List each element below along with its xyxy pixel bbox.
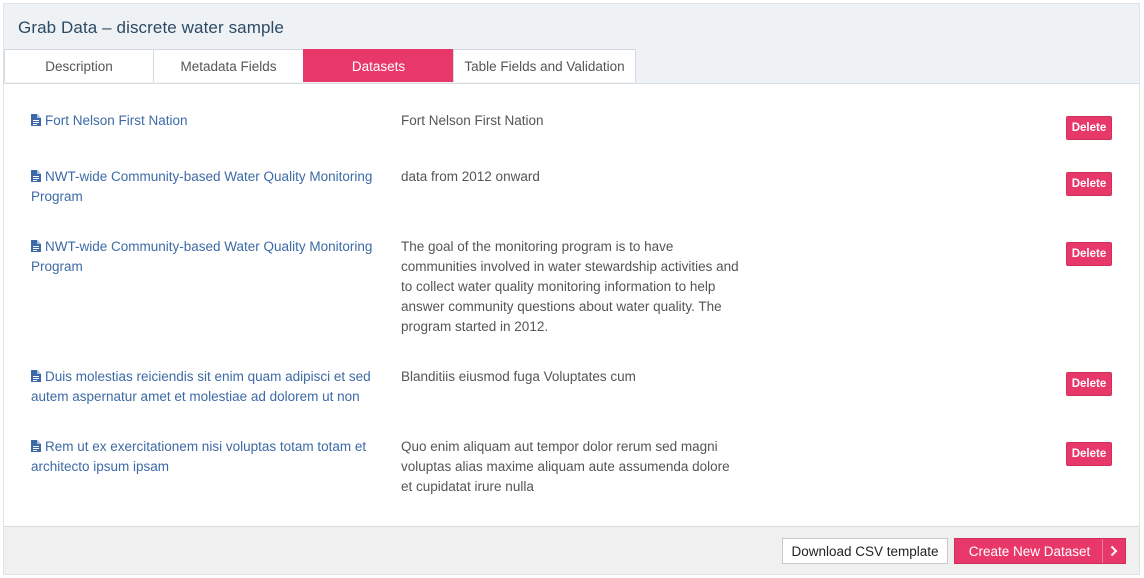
page-title: Grab Data – discrete water sample <box>18 18 284 37</box>
document-icon <box>31 370 41 382</box>
document-icon <box>31 114 41 126</box>
dataset-description: Blanditiis eiusmod fuga Voluptates cum <box>401 369 636 384</box>
delete-button[interactable]: Delete <box>1066 442 1112 466</box>
dataset-name: NWT-wide Community-based Water Quality M… <box>31 239 373 274</box>
create-new-dataset-label: Create New Dataset <box>968 543 1091 559</box>
dataset-name: Rem ut ex exercitationem nisi voluptas t… <box>31 439 367 474</box>
tab-bar: Description Metadata Fields Datasets Tab… <box>4 49 636 83</box>
dataset-link[interactable]: Fort Nelson First Nation <box>31 111 376 131</box>
delete-button[interactable]: Delete <box>1066 242 1112 266</box>
dataset-link[interactable]: Rem ut ex exercitationem nisi voluptas t… <box>31 437 376 477</box>
document-icon <box>31 240 41 252</box>
tab-datasets[interactable]: Datasets <box>303 49 454 82</box>
dataset-description: Quo enim aliquam aut tempor dolor rerum … <box>401 439 730 494</box>
delete-button[interactable]: Delete <box>1066 116 1112 140</box>
dataset-description: The goal of the monitoring program is to… <box>401 239 739 334</box>
dataset-name: Fort Nelson First Nation <box>45 113 188 128</box>
panel-header: Grab Data – discrete water sample Descri… <box>4 4 1139 84</box>
download-csv-template-button[interactable]: Download CSV template <box>782 538 948 564</box>
tab-metadata-fields[interactable]: Metadata Fields <box>153 49 304 82</box>
document-icon <box>31 440 41 452</box>
document-icon <box>31 170 41 182</box>
dataset-panel: Grab Data – discrete water sample Descri… <box>3 3 1140 575</box>
tab-description[interactable]: Description <box>4 49 154 82</box>
panel-footer: Download CSV template Create New Dataset <box>4 526 1139 574</box>
dataset-name: NWT-wide Community-based Water Quality M… <box>31 169 373 204</box>
dataset-description: Fort Nelson First Nation <box>401 113 544 128</box>
dataset-description: data from 2012 onward <box>401 169 540 184</box>
dataset-link[interactable]: NWT-wide Community-based Water Quality M… <box>31 167 376 207</box>
chevron-right-icon <box>1102 539 1125 563</box>
tab-table-fields-and-validation[interactable]: Table Fields and Validation <box>453 49 636 82</box>
dataset-name: Duis molestias reiciendis sit enim quam … <box>31 369 371 404</box>
create-new-dataset-button[interactable]: Create New Dataset <box>954 538 1126 564</box>
delete-button[interactable]: Delete <box>1066 372 1112 396</box>
dataset-link[interactable]: NWT-wide Community-based Water Quality M… <box>31 237 376 277</box>
dataset-link[interactable]: Duis molestias reiciendis sit enim quam … <box>31 367 376 407</box>
delete-button[interactable]: Delete <box>1066 172 1112 196</box>
